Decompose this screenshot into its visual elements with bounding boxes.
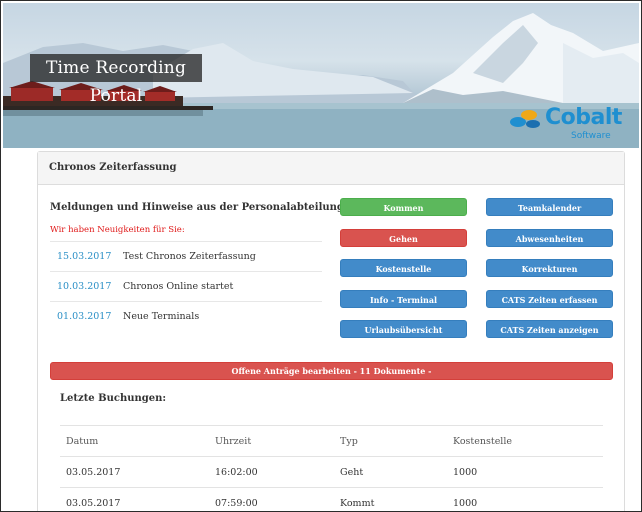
cats-anzeigen-button[interactable]: CATS Zeiten anzeigen (486, 320, 613, 338)
logo-name: Cobalt (545, 105, 622, 130)
cobalt-logo-icon (510, 110, 540, 128)
news-list: 15.03.2017 Test Chronos Zeiterfassung 10… (50, 241, 322, 331)
panel-title: Chronos Zeiterfassung (38, 152, 624, 185)
cell-kostenstelle: 1000 (453, 497, 478, 509)
portal-window: Time Recording Portal Cobalt Software Ch… (0, 0, 642, 512)
table-header-row: Datum Uhrzeit Typ Kostenstelle (60, 425, 603, 456)
info-terminal-button[interactable]: Info - Terminal (340, 290, 467, 308)
cats-erfassen-button[interactable]: CATS Zeiten erfassen (486, 290, 613, 308)
teamkalender-button[interactable]: Teamkalender (486, 198, 613, 216)
cell-datum: 03.05.2017 (66, 466, 121, 478)
header-uhrzeit: Uhrzeit (215, 435, 252, 447)
cell-datum: 03.05.2017 (66, 497, 121, 509)
news-text: Chronos Online startet (123, 281, 234, 292)
table-row: 03.05.2017 16:02:00 Geht 1000 (60, 456, 603, 487)
table-row: 03.05.2017 07:59:00 Kommt 1000 (60, 487, 603, 511)
cell-uhrzeit: 07:59:00 (215, 497, 258, 509)
gehen-button[interactable]: Gehen (340, 229, 467, 247)
header-typ: Typ (340, 435, 358, 447)
portal-title: Time Recording Portal (30, 54, 202, 106)
korrekturen-button[interactable]: Korrekturen (486, 259, 613, 277)
news-date: 10.03.2017 (57, 281, 112, 292)
news-title: Meldungen und Hinweise aus der Personala… (50, 202, 344, 213)
header-datum: Datum (66, 435, 99, 447)
bookings-table: Datum Uhrzeit Typ Kostenstelle 03.05.201… (60, 425, 603, 511)
main-panel: Chronos Zeiterfassung Meldungen und Hinw… (37, 151, 625, 511)
header-banner: Time Recording Portal Cobalt Software (3, 3, 639, 148)
kostenstelle-button[interactable]: Kostenstelle (340, 259, 467, 277)
news-item[interactable]: 15.03.2017 Test Chronos Zeiterfassung (50, 241, 322, 271)
news-text: Neue Terminals (123, 311, 200, 322)
kommen-button[interactable]: Kommen (340, 198, 467, 216)
logo-sub: Software (571, 131, 611, 141)
cell-typ: Geht (340, 466, 364, 478)
cobalt-logo: Cobalt Software (509, 105, 629, 143)
abwesenheiten-button[interactable]: Abwesenheiten (486, 229, 613, 247)
news-text: Test Chronos Zeiterfassung (123, 251, 256, 262)
header-kostenstelle: Kostenstelle (453, 435, 513, 447)
cell-typ: Kommt (340, 497, 375, 509)
news-item[interactable]: 10.03.2017 Chronos Online startet (50, 271, 322, 301)
news-item[interactable]: 01.03.2017 Neue Terminals (50, 301, 322, 331)
news-date: 15.03.2017 (57, 251, 112, 262)
urlaubsuebersicht-button[interactable]: Urlaubsübersicht (340, 320, 467, 338)
news-date: 01.03.2017 (57, 311, 112, 322)
open-requests-button[interactable]: Offene Anträge bearbeiten - 11 Dokumente… (50, 362, 613, 380)
news-subtitle: Wir haben Neuigkeiten für Sie: (50, 225, 185, 235)
cell-uhrzeit: 16:02:00 (215, 466, 258, 478)
bookings-title: Letzte Buchungen: (60, 393, 167, 404)
cell-kostenstelle: 1000 (453, 466, 478, 478)
